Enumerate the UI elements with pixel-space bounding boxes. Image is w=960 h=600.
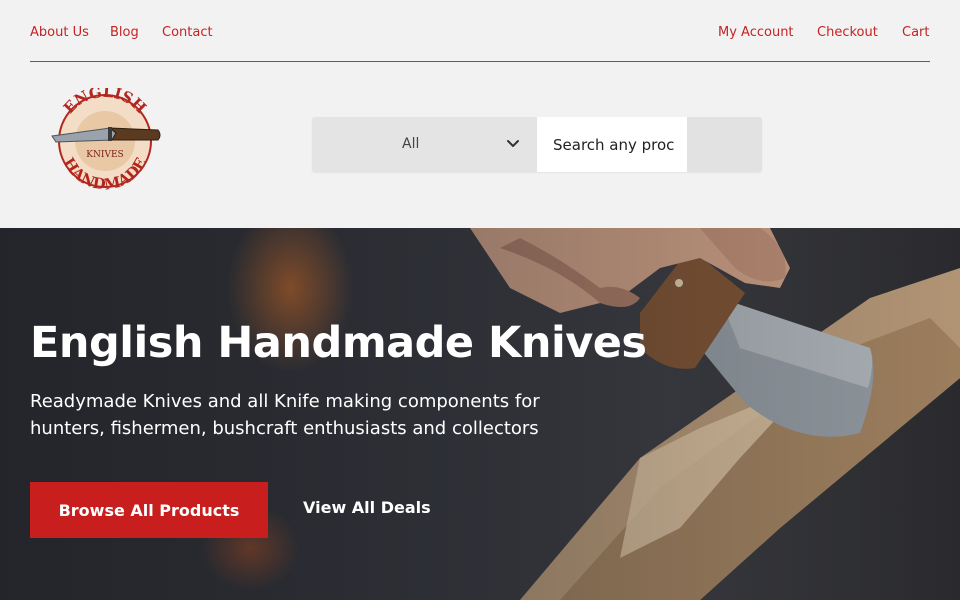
nav-link-contact[interactable]: Contact [162,25,213,40]
hero-banner: English Handmade Knives Readymade Knives… [0,228,960,600]
logo-emblem: ENGLISH HANDMADE KNIVES [51,83,161,194]
browse-all-products-button[interactable]: Browse All Products [30,482,268,538]
category-select[interactable]: All [312,117,537,172]
product-search-bar: All [312,117,762,172]
chevron-down-icon [507,140,519,147]
hero-title: English Handmade Knives [30,318,647,368]
nav-link-my-account[interactable]: My Account [718,25,794,40]
top-navigation: About Us Blog Contact My Account Checkou… [30,0,930,62]
hero-subtitle-line-1: Readymade Knives and all Knife making co… [30,391,540,412]
nav-link-about-us[interactable]: About Us [30,25,89,40]
view-all-deals-link[interactable]: View All Deals [303,498,431,517]
site-logo[interactable]: ENGLISH HANDMADE KNIVES [48,83,162,194]
hero-subtitle-line-2: hunters, fishermen, bushcraft enthusiast… [30,418,539,439]
logo-text-middle: KNIVES [86,150,123,160]
nav-link-checkout[interactable]: Checkout [817,25,878,40]
search-input[interactable] [537,117,687,172]
category-select-value: All [402,136,420,152]
search-button[interactable] [687,117,762,172]
nav-link-blog[interactable]: Blog [110,25,139,40]
nav-link-cart[interactable]: Cart [902,25,930,40]
